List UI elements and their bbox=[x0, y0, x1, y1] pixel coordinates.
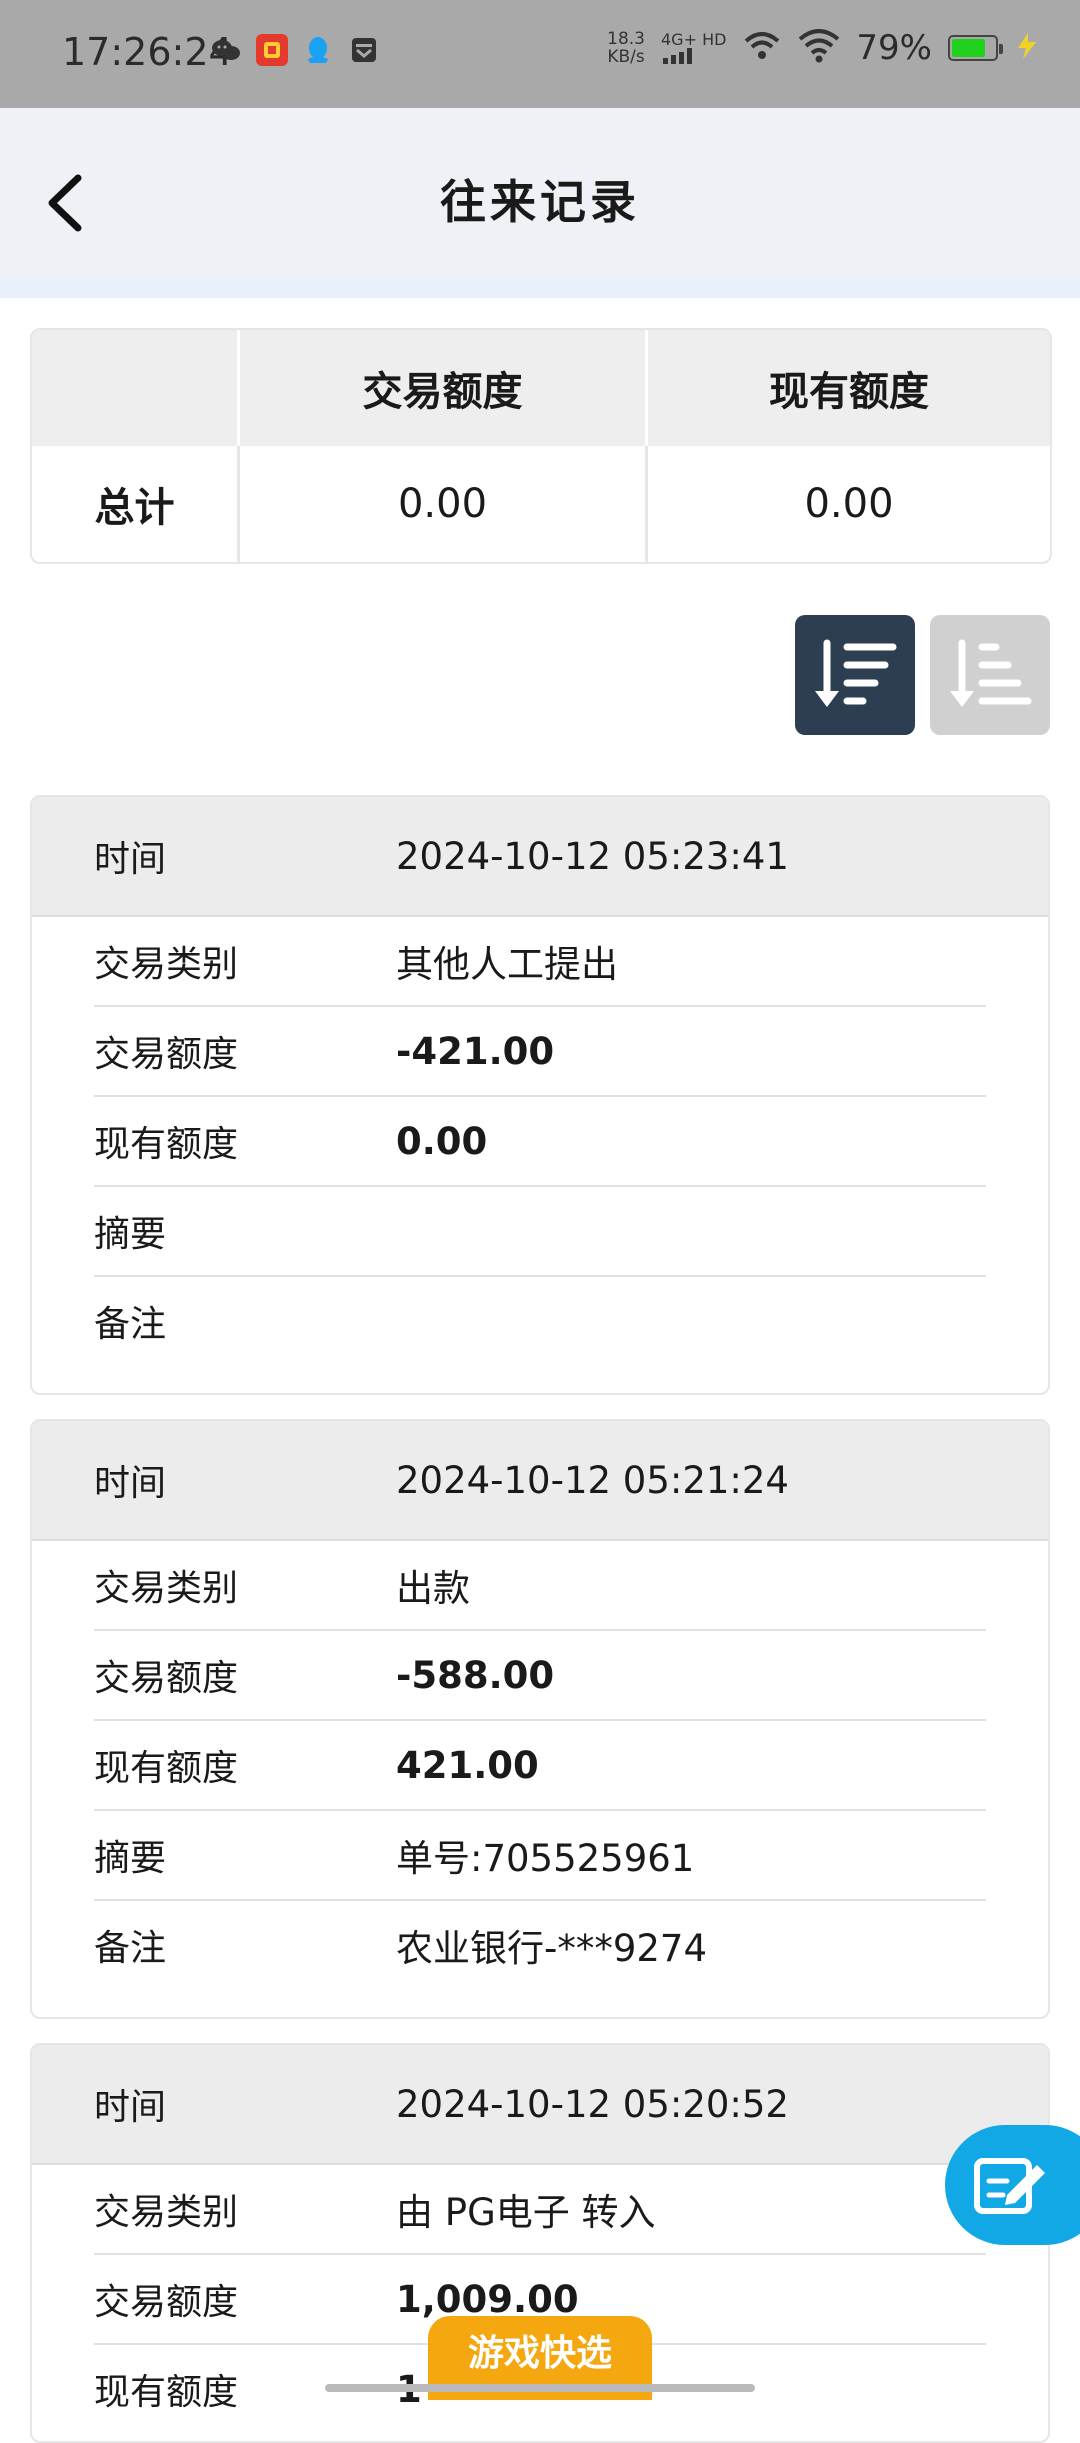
record-time: 2024-10-12 05:21:24 bbox=[396, 1458, 789, 1502]
edit-fab-button[interactable] bbox=[945, 2125, 1080, 2245]
record-time: 2024-10-12 05:20:52 bbox=[396, 2082, 789, 2126]
record-time: 2024-10-12 05:23:41 bbox=[396, 834, 789, 878]
summary-header-empty bbox=[32, 330, 240, 446]
status-bar: 17:26:24 18.3 KB/s 4G+ HD 79% bbox=[0, 0, 1080, 108]
record-time-row: 时间 2024-10-12 05:23:41 bbox=[32, 797, 1048, 917]
record-amount: -588.00 bbox=[396, 1653, 555, 1697]
record-balance-row: 现有额度 421.00 bbox=[94, 1721, 986, 1811]
record-card: 时间 2024-10-12 05:23:41 交易类别 其他人工提出 交易额度 … bbox=[30, 795, 1050, 1395]
summary-table: 交易额度 现有额度 总计 0.00 0.00 bbox=[30, 328, 1052, 564]
record-balance-row: 现有额度 0.00 bbox=[94, 1097, 986, 1187]
record-note-row: 备注 bbox=[94, 1304, 167, 1345]
wechat-icon bbox=[210, 34, 242, 66]
record-summary-row: 摘要 单号:705525961 bbox=[94, 1811, 986, 1901]
record-type: 出款 bbox=[396, 1567, 470, 1610]
record-summary: 单号:705525961 bbox=[396, 1837, 695, 1880]
summary-header-row: 交易额度 现有额度 bbox=[32, 330, 1050, 446]
battery-fill bbox=[952, 39, 986, 57]
app-header: 往来记录 bbox=[0, 108, 1080, 298]
summary-header-amount: 交易额度 bbox=[240, 330, 648, 446]
record-amount: -421.00 bbox=[396, 1029, 555, 1073]
battery-percent: 79% bbox=[856, 28, 932, 68]
header-divider bbox=[0, 280, 1080, 298]
net-speed: 18.3 KB/s bbox=[607, 29, 645, 67]
sort-descending-icon bbox=[815, 639, 897, 707]
charging-icon bbox=[1014, 31, 1040, 65]
summary-total-balance: 0.00 bbox=[804, 481, 894, 527]
status-time: 17:26:24 bbox=[62, 30, 233, 74]
page-title: 往来记录 bbox=[440, 175, 640, 229]
sort-descending-button[interactable] bbox=[795, 615, 915, 735]
qq-icon bbox=[302, 34, 334, 66]
record-time-row: 时间 2024-10-12 05:20:52 bbox=[32, 2045, 1048, 2165]
record-type: 其他人工提出 bbox=[396, 943, 618, 986]
notification-icons bbox=[210, 34, 380, 66]
record-type-row: 交易类别 由 PG电子 转入 bbox=[94, 2165, 986, 2255]
record-balance: 421.00 bbox=[396, 1743, 539, 1787]
summary-total-amount: 0.00 bbox=[240, 446, 648, 562]
record-amount-row: 交易额度 -421.00 bbox=[94, 1007, 986, 1097]
record-type-row: 交易类别 出款 bbox=[94, 1541, 986, 1631]
record-summary-row: 摘要 bbox=[94, 1187, 986, 1277]
record-type: 由 PG电子 转入 bbox=[396, 2191, 656, 2234]
record-time-row: 时间 2024-10-12 05:21:24 bbox=[32, 1421, 1048, 1541]
sort-ascending-button[interactable] bbox=[930, 615, 1050, 735]
record-amount-row: 交易额度 -588.00 bbox=[94, 1631, 986, 1721]
record-card: 时间 2024-10-12 05:21:24 交易类别 出款 交易额度 -588… bbox=[30, 1419, 1050, 2019]
wifi-calling-icon bbox=[742, 29, 782, 67]
sort-ascending-icon bbox=[950, 639, 1032, 707]
record-amount: 1,009.00 bbox=[396, 2277, 579, 2321]
record-type-row: 交易类别 其他人工提出 bbox=[94, 917, 986, 1007]
taobao-icon bbox=[256, 34, 288, 66]
battery-icon bbox=[948, 35, 1003, 61]
record-note: 农业银行-***9274 bbox=[396, 1927, 708, 1970]
status-right: 18.3 KB/s 4G+ HD 79% bbox=[607, 28, 1040, 68]
summary-total-label: 总计 bbox=[32, 446, 240, 562]
summary-total-row: 总计 0.00 0.00 bbox=[32, 446, 1050, 562]
home-indicator[interactable] bbox=[325, 2384, 755, 2392]
wifi-icon bbox=[798, 29, 840, 67]
record-note-row: 备注 农业银行-***9274 bbox=[94, 1901, 986, 1989]
record-balance: 0.00 bbox=[396, 1119, 488, 1163]
summary-header-balance: 现有额度 bbox=[769, 369, 929, 415]
signal-icon: 4G+ HD bbox=[661, 32, 726, 64]
edit-icon bbox=[974, 2158, 1045, 2214]
inbox-icon bbox=[348, 34, 380, 66]
